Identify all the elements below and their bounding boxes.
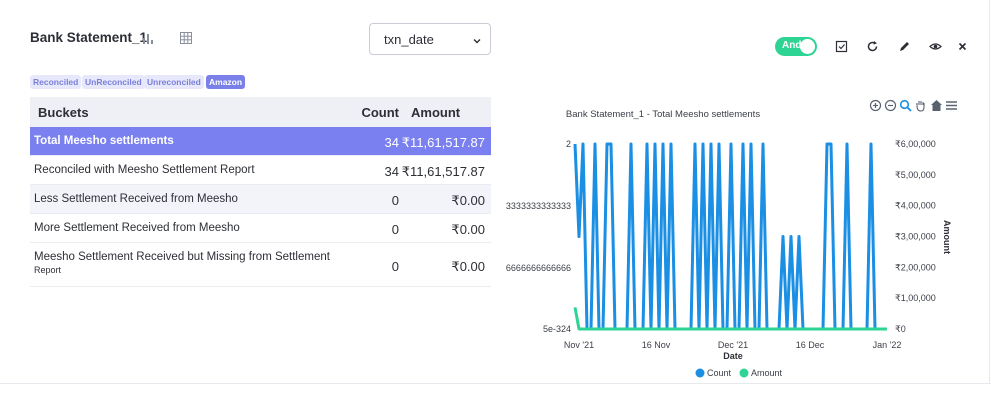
row-name: More Settlement Received from Meesho bbox=[34, 222, 240, 234]
row-count: 0 bbox=[391, 259, 399, 274]
y-left-tick-label: 5e-324 bbox=[543, 324, 571, 334]
x-tick-label: 16 Nov bbox=[642, 340, 671, 350]
y-left-tick-label: 3333333333333 bbox=[506, 201, 571, 211]
and-toggle[interactable]: And bbox=[775, 37, 817, 56]
header-count: Count bbox=[361, 105, 399, 120]
chip-reconciled[interactable]: Reconciled bbox=[30, 75, 82, 89]
legend-label-count: Count bbox=[707, 368, 732, 378]
table-row[interactable]: More Settlement Received from Meesho 0 ₹… bbox=[30, 214, 491, 243]
legend-marker-count bbox=[695, 368, 705, 378]
y-right-tick-label: ₹5,00,000 bbox=[895, 170, 936, 180]
y-right-tick-label: ₹1,00,000 bbox=[895, 293, 936, 303]
row-name-suffix: Report bbox=[34, 265, 62, 275]
eye-icon[interactable] bbox=[929, 40, 942, 53]
date-field-select[interactable]: txn_date bbox=[369, 23, 491, 55]
chart-svg: Bank Statement_1 - Total Meesho settleme… bbox=[506, 109, 952, 378]
row-name-main: Meesho Settlement Received but Missing f… bbox=[34, 251, 330, 263]
row-amount: ₹0.00 bbox=[451, 193, 485, 208]
table-row[interactable]: Reconciled with Meesho Settlement Report… bbox=[30, 156, 491, 185]
table-row[interactable]: Total Meesho settlements 34 ₹11,61,517.8… bbox=[30, 127, 491, 156]
x-tick-label: Jan '22 bbox=[873, 340, 902, 350]
date-field-select-value: txn_date bbox=[384, 32, 434, 47]
card-divider bbox=[0, 383, 991, 384]
buckets-table: Buckets Count Amount Total Meesho settle… bbox=[30, 97, 491, 287]
y-left-tick-label: 6666666666666 bbox=[506, 263, 571, 273]
series-line-count bbox=[573, 142, 887, 331]
row-name: Less Settlement Received from Meesho bbox=[34, 193, 238, 205]
row-name: Total Meesho settlements bbox=[34, 135, 174, 147]
y-right-tick-label: ₹2,00,000 bbox=[895, 262, 936, 272]
table-icon[interactable] bbox=[179, 31, 193, 45]
y-right-tick-label: ₹6,00,000 bbox=[895, 139, 936, 149]
toggle-knob bbox=[800, 39, 815, 54]
table-row[interactable]: Less Settlement Received from Meesho 0 ₹… bbox=[30, 185, 491, 214]
magnifier-icon[interactable] bbox=[899, 99, 912, 112]
x-tick-label: 16 Dec bbox=[796, 340, 825, 350]
row-count: 0 bbox=[391, 193, 399, 208]
row-amount: ₹11,61,517.87 bbox=[401, 135, 485, 150]
row-amount: ₹0.00 bbox=[451, 222, 485, 237]
zoom-in-icon[interactable] bbox=[869, 99, 882, 112]
edit-icon[interactable] bbox=[898, 40, 911, 53]
close-icon[interactable] bbox=[956, 40, 969, 53]
row-name: Reconciled with Meesho Settlement Report bbox=[34, 164, 255, 176]
chevron-down-icon bbox=[472, 34, 482, 44]
home-icon[interactable] bbox=[930, 99, 943, 112]
x-axis-label: Date bbox=[723, 351, 743, 361]
row-amount: ₹0.00 bbox=[451, 259, 485, 274]
y-right-tick-label: ₹4,00,000 bbox=[895, 201, 936, 211]
x-tick-label: Nov '21 bbox=[564, 340, 594, 350]
chip-unreconciled-upper[interactable]: UnReconciled bbox=[82, 75, 145, 89]
row-count: 0 bbox=[391, 222, 399, 237]
chart-title: Bank Statement_1 - Total Meesho settleme… bbox=[566, 109, 760, 120]
row-count: 34 bbox=[384, 164, 399, 179]
chip-amazon[interactable]: Amazon bbox=[206, 75, 246, 89]
card-edge bbox=[989, 0, 990, 384]
chip-unreconciled[interactable]: Unreconciled bbox=[144, 75, 204, 89]
pan-hand-icon[interactable] bbox=[914, 99, 927, 112]
refresh-icon[interactable] bbox=[866, 40, 879, 53]
table-row[interactable]: Meesho Settlement Received but Missing f… bbox=[30, 243, 491, 287]
x-tick-label: Dec '21 bbox=[718, 340, 748, 350]
checkbox-icon[interactable] bbox=[835, 40, 848, 53]
row-name: Meesho Settlement Received but Missing f… bbox=[34, 251, 354, 277]
header-amount: Amount bbox=[411, 105, 461, 120]
chart-toolbar bbox=[867, 99, 967, 115]
legend-marker-amount bbox=[739, 368, 749, 378]
row-count: 34 bbox=[384, 135, 399, 150]
y-left-tick-label: 2 bbox=[566, 139, 571, 149]
zoom-out-icon[interactable] bbox=[884, 99, 897, 112]
row-amount: ₹11,61,517.87 bbox=[401, 164, 485, 179]
page-title: Bank Statement_1 bbox=[30, 30, 148, 45]
header-buckets: Buckets bbox=[38, 105, 89, 120]
legend-label-amount: Amount bbox=[751, 368, 783, 378]
y-right-tick-label: ₹3,00,000 bbox=[895, 232, 936, 242]
y-right-tick-label: ₹0 bbox=[895, 324, 906, 334]
dashboard-card: Bank Statement_1 txn_date And Reconciled… bbox=[0, 0, 991, 405]
and-toggle-label: And bbox=[782, 40, 802, 51]
y-right-axis-label: Amount bbox=[942, 220, 952, 254]
table-header: Buckets Count Amount bbox=[30, 97, 491, 127]
menu-icon[interactable] bbox=[945, 99, 958, 112]
settlements-chart: Bank Statement_1 - Total Meesho settleme… bbox=[505, 96, 983, 381]
bar-chart-icon[interactable] bbox=[141, 31, 155, 45]
series-line-amount bbox=[573, 307, 887, 331]
